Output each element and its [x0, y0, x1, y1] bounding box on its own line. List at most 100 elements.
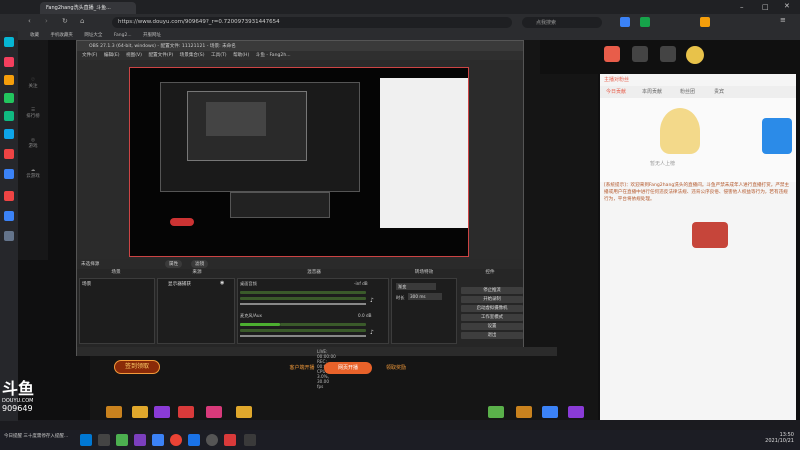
menu-tools[interactable]: 工具(T)	[211, 53, 227, 58]
app-icon[interactable]	[244, 434, 256, 446]
app-icon[interactable]	[4, 93, 14, 103]
menu-profile[interactable]: 配置文件(P)	[148, 53, 173, 58]
app-icon[interactable]	[4, 129, 14, 139]
menu-edit[interactable]: 编辑(E)	[104, 53, 120, 58]
volume-slider[interactable]	[240, 303, 366, 305]
chrome-icon[interactable]	[170, 434, 182, 446]
exit-button[interactable]: 退出	[461, 332, 523, 339]
sources-header: 来源	[192, 270, 202, 275]
nav-rank[interactable]: ☰ 排行榜	[22, 108, 44, 119]
speaker-icon[interactable]: ♪	[370, 297, 374, 304]
message-icon[interactable]	[632, 46, 648, 62]
properties-button[interactable]: 属性	[165, 260, 183, 268]
obs-menu: 文件(F) 编辑(E) 视图(V) 配置文件(P) 场景集合(S) 工具(T) …	[77, 51, 523, 60]
tab-fans[interactable]: 粉丝团	[680, 88, 695, 95]
eye-icon[interactable]: ◉	[220, 280, 224, 286]
app-icon[interactable]	[4, 191, 14, 201]
history-icon[interactable]	[660, 46, 676, 62]
app-icon[interactable]	[116, 434, 128, 446]
gift-icon[interactable]	[488, 406, 504, 418]
forward-icon[interactable]: ›	[45, 17, 48, 25]
scene-item[interactable]: 场景	[82, 281, 91, 287]
bookmark-item[interactable]: Fang2...	[114, 33, 132, 38]
app-icon[interactable]	[4, 211, 14, 221]
app-icon[interactable]	[134, 434, 146, 446]
download-icon[interactable]	[604, 46, 620, 62]
system-clock[interactable]: 13:50 2021/10/21	[754, 432, 794, 444]
app-icon[interactable]	[224, 434, 236, 446]
nav-follow[interactable]: ♡ 关注	[22, 78, 44, 89]
app-icon[interactable]	[4, 75, 14, 85]
close-icon[interactable]: ✕	[784, 2, 790, 10]
gift-icon[interactable]	[132, 406, 148, 418]
filters-button[interactable]: 滤镜	[191, 260, 209, 268]
menu-douyu[interactable]: 斗鱼 - Fang2h...	[256, 53, 291, 58]
browser-tab[interactable]: Fang2hang洗头直播_斗鱼...	[40, 2, 136, 14]
source-item[interactable]: 显示器捕获	[168, 281, 191, 287]
back-icon[interactable]: ‹	[28, 17, 31, 25]
claim-reward-button[interactable]: 领取奖励	[376, 362, 416, 374]
transition-select[interactable]: 渐变	[396, 283, 436, 290]
menu-scene-collection[interactable]: 场景集合(S)	[180, 53, 205, 58]
tab-week[interactable]: 本周贡献	[642, 88, 662, 95]
extension-icon[interactable]	[620, 17, 630, 27]
weather-widget[interactable]: 今日提醒 三十度需停存入提醒...	[4, 433, 74, 439]
gift-icon[interactable]	[568, 406, 584, 418]
app-icon[interactable]	[4, 111, 14, 121]
menu-view[interactable]: 视图(V)	[126, 53, 142, 58]
stop-stream-button[interactable]: 停止推流	[461, 287, 523, 294]
gift-icon[interactable]	[154, 406, 170, 418]
site-header	[540, 40, 800, 74]
browser-search-input[interactable]: 点我搜索	[522, 17, 602, 28]
nav-games[interactable]: ◎ 游戏	[22, 138, 44, 149]
gift-promo[interactable]	[692, 222, 728, 248]
obs-preview[interactable]	[129, 67, 469, 257]
avatar[interactable]	[686, 46, 704, 64]
gift-icon[interactable]	[236, 406, 252, 418]
taskview-icon[interactable]	[98, 434, 110, 446]
menu-help[interactable]: 帮助(H)	[233, 53, 249, 58]
reload-icon[interactable]: ↻	[62, 17, 68, 25]
duration-input[interactable]: 300 ms	[408, 293, 442, 300]
home-icon[interactable]: ⌂	[80, 17, 84, 25]
start-icon[interactable]	[80, 434, 92, 446]
gift-icon[interactable]	[542, 406, 558, 418]
gift-icon[interactable]	[516, 406, 532, 418]
app-icon[interactable]	[4, 149, 14, 159]
gift-icon[interactable]	[178, 406, 194, 418]
minimize-icon[interactable]: –	[740, 3, 744, 11]
gift-icon[interactable]	[206, 406, 222, 418]
web-stream-button[interactable]: 网页开播	[324, 362, 372, 374]
app-icon[interactable]	[188, 434, 200, 446]
client-stream-button[interactable]: 客户端开播	[280, 362, 324, 374]
volume-slider[interactable]	[240, 335, 366, 337]
start-record-button[interactable]: 开始录制	[461, 296, 523, 303]
tab-vip[interactable]: 贵宾	[714, 88, 724, 95]
bookmark-item[interactable]: 网址大全	[84, 33, 102, 38]
bookmark-item[interactable]: 开服网址	[143, 33, 161, 38]
signin-button[interactable]: 签到领取	[114, 360, 160, 374]
app-icon[interactable]	[4, 57, 14, 67]
bookmark-item[interactable]: 手机收藏夹	[50, 33, 73, 38]
bookmark-item[interactable]: 收藏	[30, 33, 39, 38]
gift-icon[interactable]	[106, 406, 122, 418]
speaker-icon[interactable]: ♪	[370, 329, 374, 336]
nav-cloud[interactable]: ☁ 云游戏	[22, 168, 44, 179]
obs-icon[interactable]	[206, 434, 218, 446]
extension-icon[interactable]	[640, 17, 650, 27]
url-bar[interactable]: https://www.douyu.com/909649?_r=0.720097…	[112, 17, 512, 28]
app-icon[interactable]	[152, 434, 164, 446]
virtual-camera-button[interactable]: 启动虚拟摄像机	[461, 305, 523, 312]
studio-mode-button[interactable]: 工作室模式	[461, 314, 523, 321]
menu-icon[interactable]: ≡	[780, 16, 786, 24]
app-icon[interactable]	[4, 37, 14, 47]
app-icon[interactable]	[4, 169, 14, 179]
promo-badge[interactable]	[762, 118, 792, 154]
maximize-icon[interactable]: □	[762, 3, 769, 11]
app-icon[interactable]	[4, 231, 14, 241]
extension-icon[interactable]	[700, 17, 710, 27]
tab-today[interactable]: 今日贡献	[606, 88, 626, 95]
settings-button[interactable]: 设置	[461, 323, 523, 330]
menu-file[interactable]: 文件(F)	[82, 53, 97, 58]
browser-app-sidebar	[0, 31, 18, 421]
